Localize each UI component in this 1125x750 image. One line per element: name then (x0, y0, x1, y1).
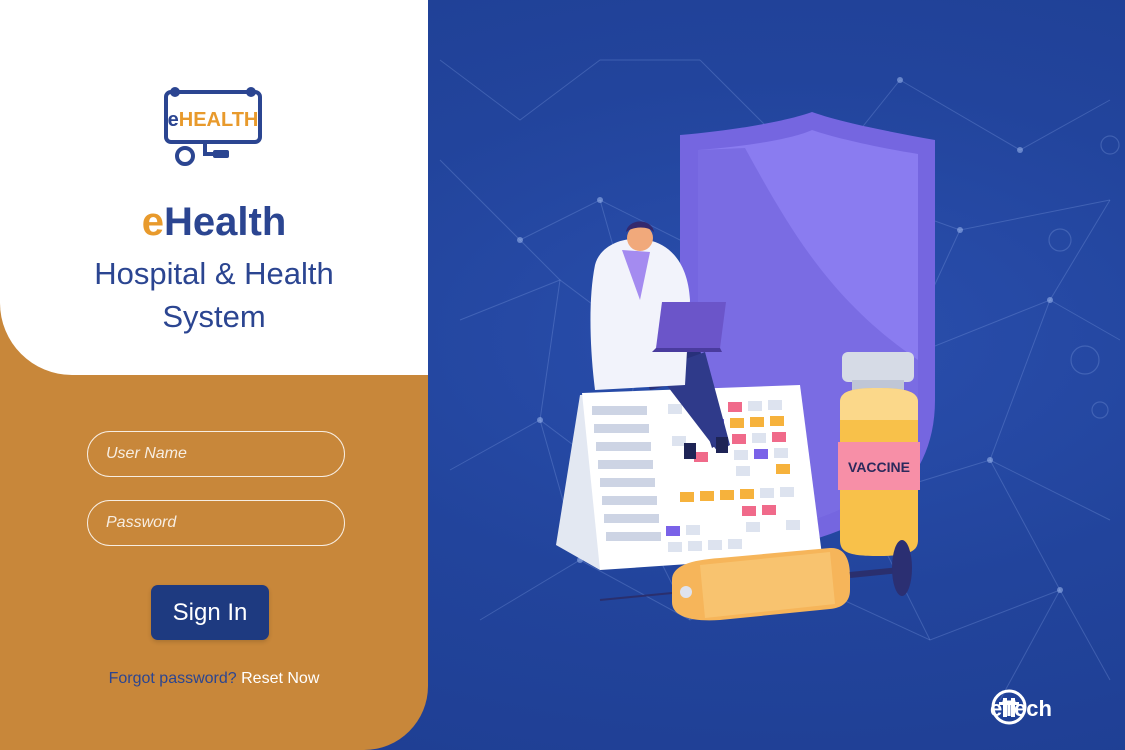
password-input[interactable] (87, 500, 345, 546)
etech-brand: eTech (990, 688, 1052, 730)
vial-label: VACCINE (848, 459, 910, 475)
subtitle-line-2: System (162, 299, 266, 334)
app-subtitle: Hospital & Health System (0, 252, 428, 338)
etech-logo-icon (991, 689, 1027, 725)
stethoscope-logo-icon: eHEALTH (164, 87, 262, 166)
sign-in-button[interactable]: Sign In (151, 585, 269, 640)
app-title-prefix: e (141, 200, 164, 244)
username-input[interactable] (87, 431, 345, 477)
login-panel: eHEALTH eHealth Hospital & Health System… (0, 0, 428, 750)
app-title: eHealth (0, 200, 428, 245)
svg-text:eHEALTH: eHEALTH (168, 109, 259, 131)
app-title-rest: Health (164, 200, 287, 244)
logo-text-prefix: e (168, 109, 179, 131)
subtitle-line-1: Hospital & Health (94, 256, 334, 291)
forgot-password-text: Forgot password? (108, 670, 237, 687)
forgot-password-row: Forgot password? Reset Now (0, 670, 428, 688)
logo-text: HEALTH (179, 109, 259, 131)
reset-now-link[interactable]: Reset Now (241, 670, 319, 687)
